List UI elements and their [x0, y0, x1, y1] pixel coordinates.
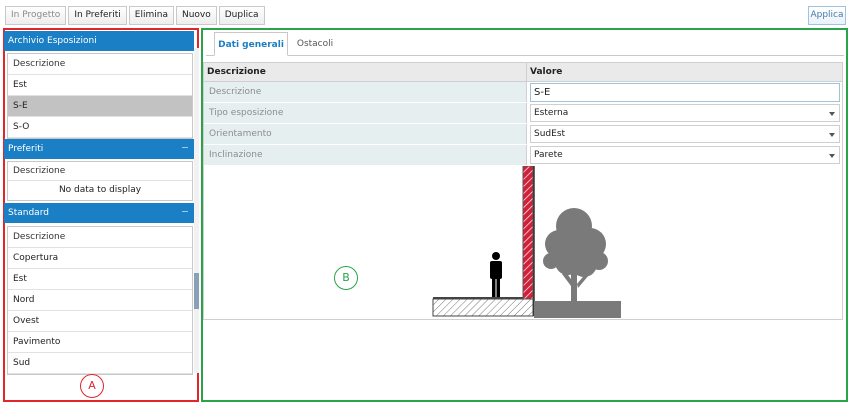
- applica-button[interactable]: Applica: [808, 6, 846, 25]
- tab-ostacoli[interactable]: Ostacoli: [292, 32, 338, 56]
- row-value-cell: Parete: [527, 145, 842, 165]
- standard-column-header[interactable]: Descrizione: [8, 227, 192, 248]
- select-value: Esterna: [534, 108, 569, 118]
- empty-message: No data to display: [58, 185, 142, 195]
- select-value: SudEst: [534, 129, 566, 139]
- row-value-cell: SudEst: [527, 124, 842, 144]
- archivio-header[interactable]: Archivio Esposizioni: [4, 31, 194, 51]
- annotation-b: B: [334, 266, 358, 290]
- exposure-drawing: [203, 165, 843, 320]
- descrizione-input[interactable]: S-E: [530, 83, 840, 102]
- in-preferiti-button[interactable]: In Preferiti: [68, 6, 127, 25]
- inclinazione-select[interactable]: Parete: [530, 146, 840, 164]
- toolbar: In Progetto In Preferiti Elimina Nuovo D…: [5, 6, 265, 25]
- list-item[interactable]: Est: [8, 269, 192, 290]
- preferiti-title: Preferiti: [8, 144, 44, 154]
- archivio-title: Archivio Esposizioni: [8, 36, 97, 46]
- exposure-illustration: [432, 165, 621, 318]
- grid-row-descrizione: Descrizione S-E: [204, 82, 842, 103]
- nuovo-button[interactable]: Nuovo: [175, 6, 217, 25]
- row-label: Tipo esposizione: [204, 103, 527, 123]
- standard-list: Descrizione Copertura Est Nord Ovest Pav…: [7, 226, 193, 375]
- grid-row-inclinazione: Inclinazione Parete: [204, 145, 842, 166]
- grid-row-orientamento: Orientamento SudEst: [204, 124, 842, 145]
- person-icon: [490, 252, 502, 297]
- grid-row-tipo-esposizione: Tipo esposizione Esterna: [204, 103, 842, 124]
- wall-icon: [522, 165, 535, 316]
- select-value: Parete: [534, 150, 563, 160]
- row-label: Descrizione: [204, 82, 527, 102]
- column-valore[interactable]: Valore: [527, 63, 842, 81]
- tab-dati-generali[interactable]: Dati generali: [214, 32, 288, 56]
- duplica-button[interactable]: Duplica: [218, 6, 265, 25]
- sidebar-scroll-thumb[interactable]: [194, 273, 199, 309]
- column-descrizione[interactable]: Descrizione: [204, 63, 527, 81]
- in-progetto-button[interactable]: In Progetto: [5, 6, 67, 25]
- property-grid: Descrizione Valore Descrizione S-E Tipo …: [203, 62, 843, 166]
- tipo-esposizione-select[interactable]: Esterna: [530, 104, 840, 122]
- annotation-a: A: [80, 374, 104, 398]
- list-item[interactable]: Est: [8, 75, 192, 96]
- list-item[interactable]: Copertura: [8, 248, 192, 269]
- sidebar-scrollbar[interactable]: [194, 48, 199, 373]
- list-item[interactable]: Ovest: [8, 311, 192, 332]
- archivio-column-header[interactable]: Descrizione: [8, 54, 192, 75]
- ground-icon: [534, 301, 621, 318]
- dropdown-arrow-icon[interactable]: [829, 112, 835, 116]
- row-value-cell: S-E: [527, 82, 842, 102]
- list-item-selected[interactable]: S-E: [8, 96, 192, 117]
- list-item[interactable]: Pavimento: [8, 332, 192, 353]
- dropdown-arrow-icon[interactable]: [829, 133, 835, 137]
- row-value-cell: Esterna: [527, 103, 842, 123]
- archivio-list: Descrizione Est S-E S-O: [7, 53, 193, 139]
- preferiti-header[interactable]: Preferiti: [4, 139, 194, 159]
- standard-header[interactable]: Standard: [4, 203, 194, 223]
- dropdown-arrow-icon[interactable]: [829, 154, 835, 158]
- tab-bar: Dati generali Ostacoli: [206, 32, 844, 56]
- collapse-icon[interactable]: [182, 147, 188, 150]
- list-item[interactable]: S-O: [8, 117, 192, 138]
- row-label: Orientamento: [204, 124, 527, 144]
- elimina-button[interactable]: Elimina: [128, 6, 174, 25]
- tree-icon: [543, 208, 608, 302]
- grid-header: Descrizione Valore: [204, 63, 842, 82]
- collapse-icon[interactable]: [182, 211, 188, 214]
- preferiti-list: Descrizione No data to display: [7, 161, 193, 201]
- preferiti-column-header[interactable]: Descrizione: [8, 162, 192, 181]
- standard-title: Standard: [8, 208, 49, 218]
- list-item[interactable]: Nord: [8, 290, 192, 311]
- orientamento-select[interactable]: SudEst: [530, 125, 840, 143]
- list-item[interactable]: Sud: [8, 353, 192, 374]
- row-label: Inclinazione: [204, 145, 527, 165]
- floor-slab-icon: [432, 297, 534, 317]
